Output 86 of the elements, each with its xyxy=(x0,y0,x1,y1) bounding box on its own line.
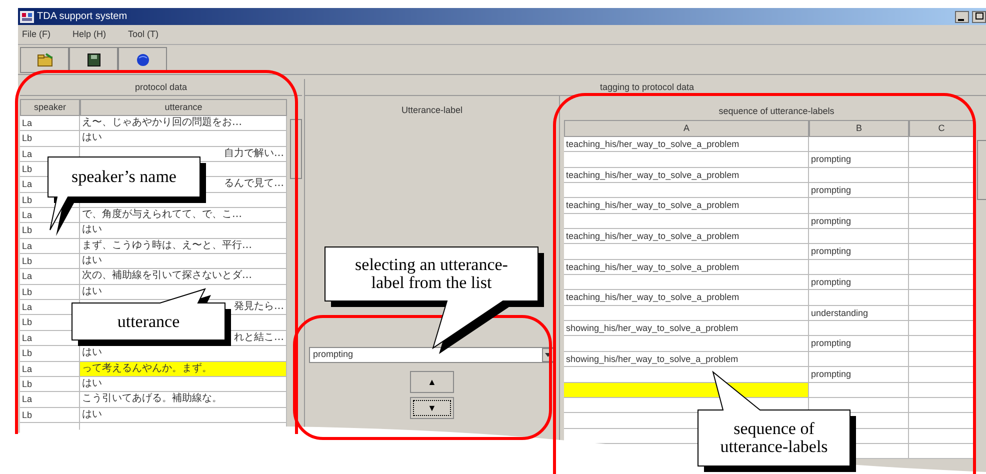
table-cell: で、角度が与えられてて、で、こ… xyxy=(80,208,287,224)
column-header[interactable]: B xyxy=(809,120,909,137)
scrollbar[interactable] xyxy=(977,140,986,200)
table-cell xyxy=(909,428,974,444)
table-cell: teaching_his/her_way_to_solve_a_problem xyxy=(564,168,809,184)
app-icon xyxy=(20,10,34,22)
table-cell xyxy=(909,137,974,152)
table-cell: prompting xyxy=(809,152,909,168)
panel-title: Utterance-label xyxy=(400,104,464,117)
globe-icon xyxy=(134,52,150,68)
table-cell: La xyxy=(20,269,80,285)
table-cell: Lb xyxy=(20,408,80,423)
table-cell: え〜、じゃあやかり回の問題をお… xyxy=(80,116,287,132)
panel-header: tagging to protocol data xyxy=(305,79,986,96)
table-cell: teaching_his/her_way_to_solve_a_problem xyxy=(564,198,809,214)
table-cell: はい xyxy=(80,346,287,362)
table-cell: teaching_his/her_way_to_solve_a_problem xyxy=(564,229,809,244)
move-down-button[interactable]: ▼ xyxy=(410,397,454,419)
column-header[interactable]: A xyxy=(564,120,809,137)
table-cell: って考えるんやんか。まず。 xyxy=(80,362,287,377)
table-cell: La xyxy=(20,238,80,254)
table-cell: understanding xyxy=(809,306,909,322)
table-cell: Lb xyxy=(20,346,80,362)
table-cell: Lb xyxy=(20,131,80,147)
table-cell: はい xyxy=(80,131,287,147)
table-cell: teaching_his/her_way_to_solve_a_problem xyxy=(564,260,809,276)
maximize-icon[interactable] xyxy=(972,10,986,22)
table-cell xyxy=(909,306,974,322)
table-cell xyxy=(909,367,974,382)
table-cell: prompting xyxy=(809,214,909,230)
table-cell: 次の、補助線を引いて探さないとダ… xyxy=(80,269,287,285)
table-cell xyxy=(909,260,974,276)
callout-text: utterance xyxy=(117,312,180,330)
table-cell xyxy=(909,352,974,368)
label-dropdown[interactable]: prompting xyxy=(309,347,555,363)
window-title: TDA support system xyxy=(37,10,128,24)
column-header[interactable]: speaker xyxy=(20,99,80,116)
table-cell xyxy=(909,398,974,414)
table-cell xyxy=(909,198,974,214)
column-header[interactable]: utterance xyxy=(80,99,287,116)
table-cell: まず、こうゆう時は、え〜と、平行… xyxy=(80,238,287,254)
callout-text: selecting an utterance-label from the list xyxy=(354,256,509,292)
column-header[interactable]: C xyxy=(909,120,974,137)
table-cell xyxy=(909,183,974,198)
table-cell: はい xyxy=(80,408,287,423)
table-cell xyxy=(909,152,974,168)
table-cell: Lb xyxy=(20,254,80,270)
table-cell xyxy=(909,321,974,336)
table-cell xyxy=(909,244,974,260)
table-cell: prompting xyxy=(809,244,909,260)
table-cell: teaching_his/her_way_to_solve_a_problem xyxy=(564,290,809,306)
table-cell: prompting xyxy=(809,183,909,198)
table-cell: prompting xyxy=(809,336,909,352)
table-cell: La xyxy=(20,392,80,408)
table-cell: Lb xyxy=(20,376,80,392)
dropdown-value: prompting xyxy=(313,348,354,362)
table-cell xyxy=(909,275,974,290)
table-cell: はい xyxy=(80,254,287,270)
table-cell: La xyxy=(20,362,80,377)
table-cell xyxy=(909,336,974,352)
folder-icon xyxy=(36,52,52,68)
table-cell xyxy=(909,168,974,184)
table-cell xyxy=(909,214,974,230)
table-cell xyxy=(909,413,974,429)
move-up-button[interactable]: ▲ xyxy=(410,371,454,393)
table-cell xyxy=(909,290,974,306)
table-cell: はい xyxy=(80,376,287,392)
table-cell: Lb xyxy=(20,223,80,239)
table-cell xyxy=(909,382,974,398)
table-cell: teaching_his/her_way_to_solve_a_problem xyxy=(564,137,809,152)
table-cell: showing_his/her_way_to_solve_a_problem xyxy=(564,321,809,336)
menu-item[interactable]: Help (H) xyxy=(72,28,106,42)
table-cell xyxy=(909,444,974,460)
table-title: sequence of utterance-labels xyxy=(718,105,836,118)
table-cell: prompting xyxy=(809,275,909,290)
minimize-icon[interactable] xyxy=(955,10,969,22)
table-cell: showing_his/her_way_to_solve_a_problem xyxy=(564,352,809,368)
table-cell: La xyxy=(20,116,80,132)
callout-text: sequence of utterance-labels xyxy=(719,420,829,456)
table-cell: prompting xyxy=(809,367,909,382)
panel-header: protocol data xyxy=(20,79,302,96)
table-cell: はい xyxy=(80,223,287,239)
menu-item[interactable]: Tool (T) xyxy=(128,28,159,42)
table-cell: こう引いてあげる。補助線な。 xyxy=(80,392,287,408)
menu-item[interactable]: File (F) xyxy=(22,28,50,42)
table-cell xyxy=(909,229,974,244)
